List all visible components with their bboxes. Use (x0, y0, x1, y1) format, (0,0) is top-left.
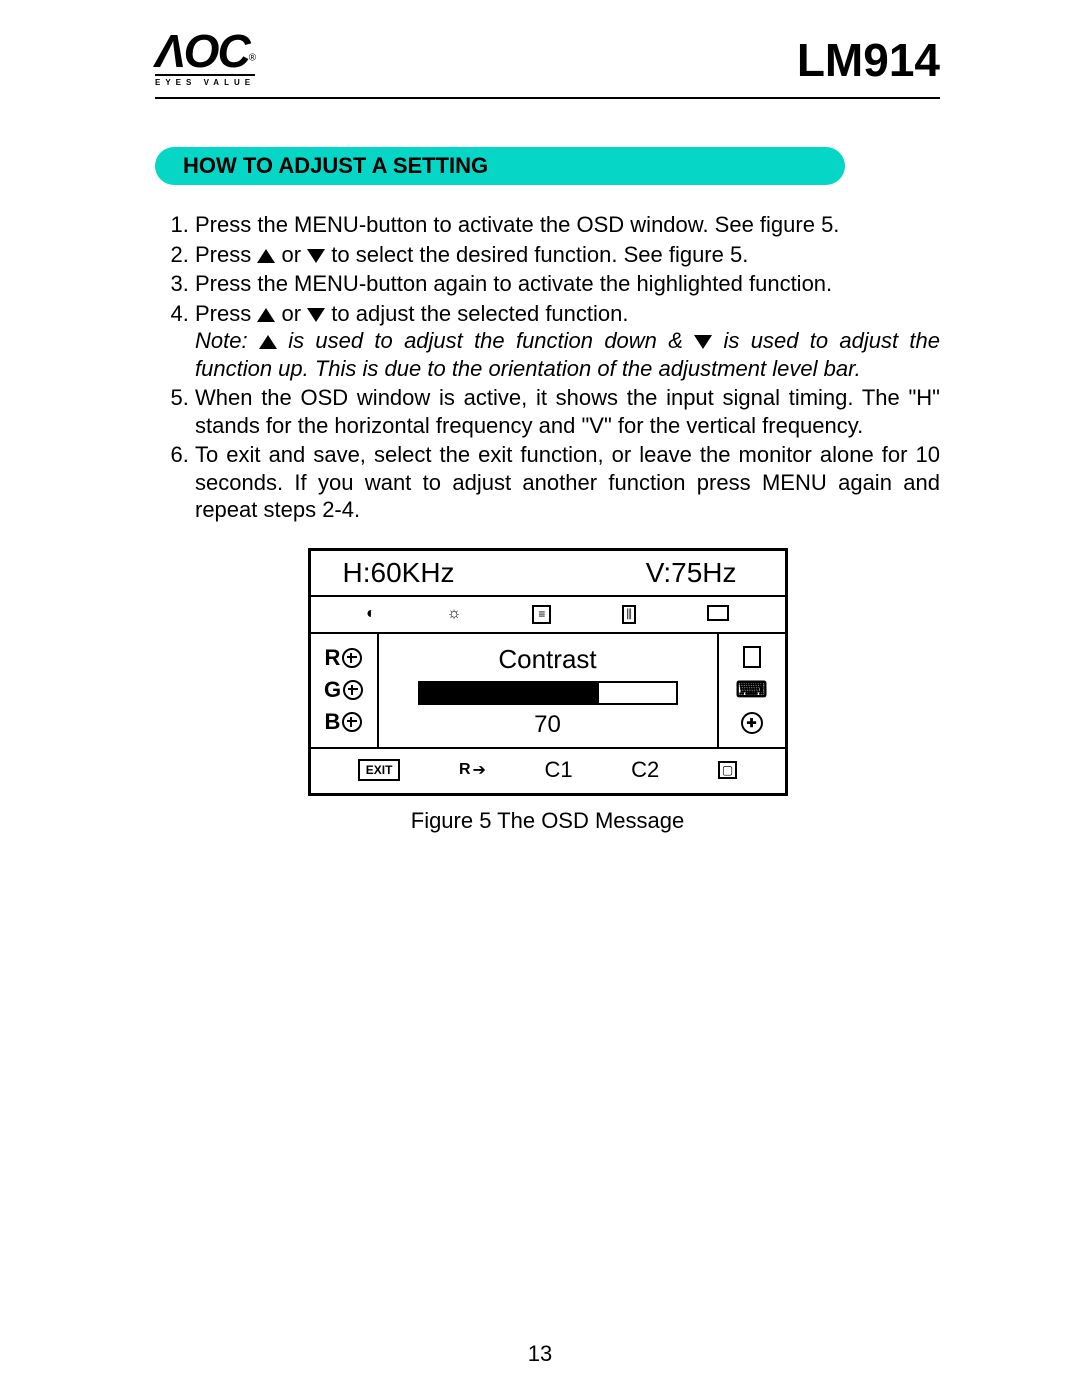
page-number: 13 (0, 1341, 1080, 1367)
brand-text: ΛOC (155, 25, 249, 77)
red-gain-icon: R (325, 645, 363, 671)
hsize-icon (707, 605, 729, 621)
osd-window: H:60KHz V:75Hz ◐ ☼ ≡ ⫼ R G B Contrast (308, 548, 788, 796)
osd-top-icons: ◐ ☼ ≡ ⫼ (311, 597, 785, 634)
step-1: Press the MENU-button to activate the OS… (195, 211, 940, 239)
model-number: LM914 (797, 33, 940, 87)
down-triangle-icon (307, 249, 325, 263)
language-icon: ⌨ (736, 677, 768, 703)
up-triangle-icon (257, 308, 275, 322)
instruction-list: Press the MENU-button to activate the OS… (155, 211, 940, 524)
step-1-text: Press the MENU-button to activate the OS… (195, 212, 839, 237)
osd-function-name: Contrast (395, 644, 701, 675)
step-4-text-c: to adjust the selected function. (331, 301, 628, 326)
info-icon: ✚ (741, 712, 763, 734)
osd-bottom-icons: EXIT R➔ C1 C2 ▢ (311, 747, 785, 793)
registered-mark: ® (249, 53, 254, 64)
green-gain-icon: G (324, 677, 363, 703)
section-heading: HOW TO ADJUST A SETTING (155, 147, 845, 185)
step-4: Press or to adjust the selected function… (195, 300, 940, 383)
step-5-text: When the OSD window is active, it shows … (195, 385, 940, 438)
step-4-note: Note: is used to adjust the function dow… (195, 327, 940, 382)
manual-page: ΛOC® EYES VALUE LM914 HOW TO ADJUST A SE… (0, 0, 1080, 1397)
osd-timing-row: H:60KHz V:75Hz (311, 551, 785, 597)
blue-gain-icon: B (325, 709, 363, 735)
vpos-icon: ⫼ (622, 605, 636, 624)
osd-value: 70 (395, 711, 701, 739)
up-triangle-icon (257, 249, 275, 263)
osd-level-fill (420, 683, 599, 703)
color-temp-2-icon: C2 (631, 757, 659, 783)
step-4-text-b: or (281, 301, 307, 326)
step-6: To exit and save, select the exit functi… (195, 441, 940, 524)
osd-level-bar (418, 681, 678, 705)
figure-caption: Figure 5 The OSD Message (155, 808, 940, 834)
osd-middle: R G B Contrast 70 ⌨ ✚ (311, 634, 785, 747)
step-2-text-a: Press (195, 242, 257, 267)
note-text-b: is used to adjust the function down & (288, 328, 694, 353)
osd-left-icons: R G B (311, 634, 379, 747)
brightness-icon: ☼ (447, 605, 462, 624)
down-triangle-icon (694, 335, 712, 349)
step-6-text: To exit and save, select the exit functi… (195, 442, 940, 522)
osd-right-icons: ⌨ ✚ (717, 634, 785, 747)
osd-v-freq: V:75Hz (646, 557, 737, 589)
page-header: ΛOC® EYES VALUE LM914 (155, 28, 940, 93)
brand-logo: ΛOC® EYES VALUE (155, 28, 255, 87)
up-triangle-icon (259, 335, 277, 349)
down-triangle-icon (307, 308, 325, 322)
exit-icon: EXIT (358, 759, 401, 781)
step-5: When the OSD window is active, it shows … (195, 384, 940, 439)
color-temp-1-icon: C1 (545, 757, 573, 783)
contrast-icon: ◐ (366, 605, 376, 624)
figure-5: H:60KHz V:75Hz ◐ ☼ ≡ ⫼ R G B Contrast (155, 548, 940, 834)
step-2-text-c: to select the desired function. See figu… (331, 242, 748, 267)
recall-icon: R➔ (459, 760, 486, 780)
note-text-a: Note: (195, 328, 259, 353)
hpos-icon: ≡ (532, 605, 551, 624)
step-2-text-b: or (281, 242, 307, 267)
step-3-text: Press the MENU-button again to activate … (195, 271, 832, 296)
step-2: Press or to select the desired function.… (195, 241, 940, 269)
osd-h-freq: H:60KHz (343, 557, 455, 589)
header-divider (155, 97, 940, 99)
step-4-text-a: Press (195, 301, 257, 326)
step-3: Press the MENU-button again to activate … (195, 270, 940, 298)
osd-position-icon: ▢ (718, 761, 737, 779)
vsize-icon (743, 646, 761, 668)
osd-adjust-area: Contrast 70 (379, 634, 717, 747)
